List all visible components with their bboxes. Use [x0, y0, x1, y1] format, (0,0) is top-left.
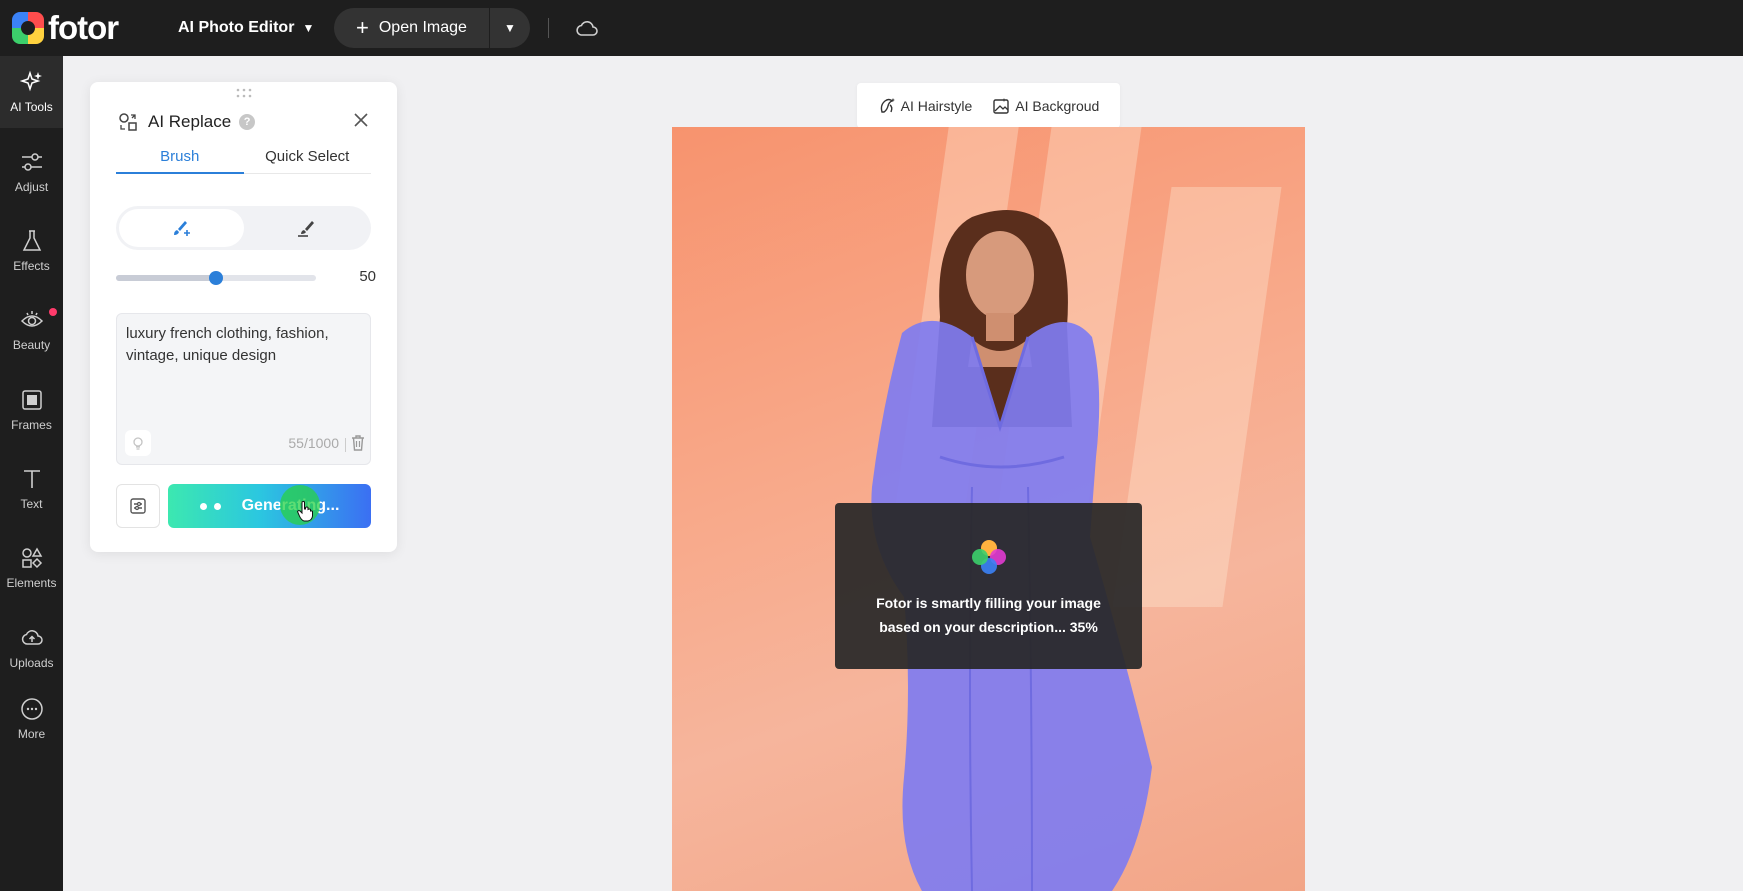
- frame-icon: [21, 390, 42, 410]
- logo-text: fotor: [48, 9, 119, 46]
- mode-tabs: Brush Quick Select: [116, 148, 371, 174]
- brush-size-value: 50: [359, 268, 376, 285]
- cloud-upload-icon: [21, 630, 43, 645]
- cloud-icon[interactable]: [575, 19, 599, 37]
- tab-brush[interactable]: Brush: [116, 148, 244, 174]
- brush-add-button[interactable]: [119, 209, 244, 247]
- lightbulb-icon: [133, 437, 143, 450]
- editor-mode-dropdown[interactable]: AI Photo Editor ▼: [178, 19, 328, 37]
- advanced-settings-button[interactable]: [116, 484, 160, 528]
- brush-size-slider[interactable]: [116, 271, 316, 285]
- panel-title: AI Replace: [148, 112, 232, 131]
- sparkle-icon: [19, 70, 42, 92]
- hairstyle-icon: [880, 97, 895, 113]
- top-bar: fotor AI Photo Editor ▼ + Open Image ▼: [0, 0, 1743, 56]
- brush-mode-toggle: [116, 206, 371, 250]
- nav-label: AI Tools: [10, 100, 53, 114]
- chevron-down-icon: ▼: [503, 21, 516, 35]
- plus-icon: +: [356, 15, 369, 40]
- background-icon: [993, 97, 1009, 114]
- nav-frames[interactable]: Frames: [0, 374, 63, 446]
- generating-toast: Fotor is smartly filling your image base…: [835, 503, 1142, 669]
- nav-label: Frames: [11, 418, 52, 432]
- shapes-icon: [21, 547, 42, 569]
- hand-cursor-icon: [296, 501, 313, 522]
- ai-hairstyle-button[interactable]: AI Hairstyle: [878, 97, 973, 115]
- prompt-inspiration-button[interactable]: [125, 430, 151, 456]
- loading-dots: [199, 502, 228, 510]
- brush-erase-button[interactable]: [244, 209, 369, 247]
- nav-label: Adjust: [14, 180, 49, 194]
- more-icon: [20, 698, 43, 720]
- open-image-dropdown[interactable]: ▼: [490, 8, 530, 48]
- nav-more[interactable]: More: [0, 683, 63, 755]
- fotor-flower-icon: [971, 540, 1006, 574]
- fotor-logo[interactable]: fotor: [12, 9, 152, 47]
- nav-label: Beauty: [12, 338, 51, 352]
- notification-badge: [49, 308, 57, 316]
- ai-background-label: AI Backgroud: [1015, 97, 1100, 114]
- settings-icon: [130, 498, 146, 514]
- nav-elements[interactable]: Elements: [0, 532, 63, 604]
- nav-adjust[interactable]: Adjust: [0, 136, 63, 208]
- chevron-down-icon: ▼: [302, 21, 315, 35]
- open-image-group: + Open Image ▼: [334, 8, 530, 48]
- slider-handle[interactable]: [209, 271, 223, 285]
- fotor-logo-icon: [12, 12, 44, 44]
- nav-uploads[interactable]: Uploads: [0, 612, 63, 684]
- toolbar-divider: [547, 18, 549, 38]
- tab-quick-select[interactable]: Quick Select: [244, 148, 372, 174]
- generating-message: Fotor is smartly filling your image base…: [876, 595, 1101, 635]
- ai-replace-panel: AI Replace ? Brush Quick Select 50 luxur…: [90, 82, 397, 552]
- sliders-icon: [21, 153, 42, 171]
- generate-button[interactable]: Generating...: [168, 484, 371, 528]
- trash-icon[interactable]: [349, 434, 367, 452]
- open-image-button[interactable]: + Open Image: [334, 8, 490, 48]
- nav-label: Elements: [6, 576, 57, 590]
- nav-label: Text: [20, 497, 43, 511]
- flask-icon: [22, 230, 41, 251]
- help-icon[interactable]: ?: [239, 114, 256, 130]
- nav-text[interactable]: Text: [0, 453, 63, 525]
- open-image-label: Open Image: [378, 19, 467, 36]
- prompt-text[interactable]: luxury french clothing, fashion, vintage…: [126, 323, 358, 367]
- quick-tools-bar: AI Hairstyle AI Backgroud: [857, 83, 1120, 128]
- nav-label: Effects: [13, 259, 50, 273]
- editor-mode-label: AI Photo Editor: [178, 19, 295, 36]
- ai-hairstyle-label: AI Hairstyle: [900, 97, 973, 114]
- eye-icon: [20, 311, 43, 327]
- left-nav: AI Tools Adjust Effects Beauty Frames Te…: [0, 56, 63, 891]
- prompt-textarea[interactable]: luxury french clothing, fashion, vintage…: [116, 313, 371, 465]
- nav-effects[interactable]: Effects: [0, 215, 63, 287]
- ai-replace-icon: [119, 113, 137, 131]
- drag-handle-icon[interactable]: [236, 88, 252, 98]
- text-icon: [23, 470, 40, 488]
- nav-ai-tools[interactable]: AI Tools: [0, 56, 63, 128]
- ai-background-button[interactable]: AI Backgroud: [992, 97, 1099, 115]
- nav-label: More: [17, 727, 46, 741]
- panel-header: AI Replace ?: [118, 112, 256, 132]
- nav-label: Uploads: [9, 656, 54, 670]
- nav-beauty[interactable]: Beauty: [0, 294, 63, 366]
- slider-fill: [116, 275, 216, 281]
- close-icon[interactable]: [353, 112, 369, 128]
- brush-add-icon: [174, 221, 191, 236]
- count-divider: [345, 438, 346, 452]
- brush-erase-icon: [297, 221, 314, 237]
- character-count: 55/1000: [288, 435, 339, 451]
